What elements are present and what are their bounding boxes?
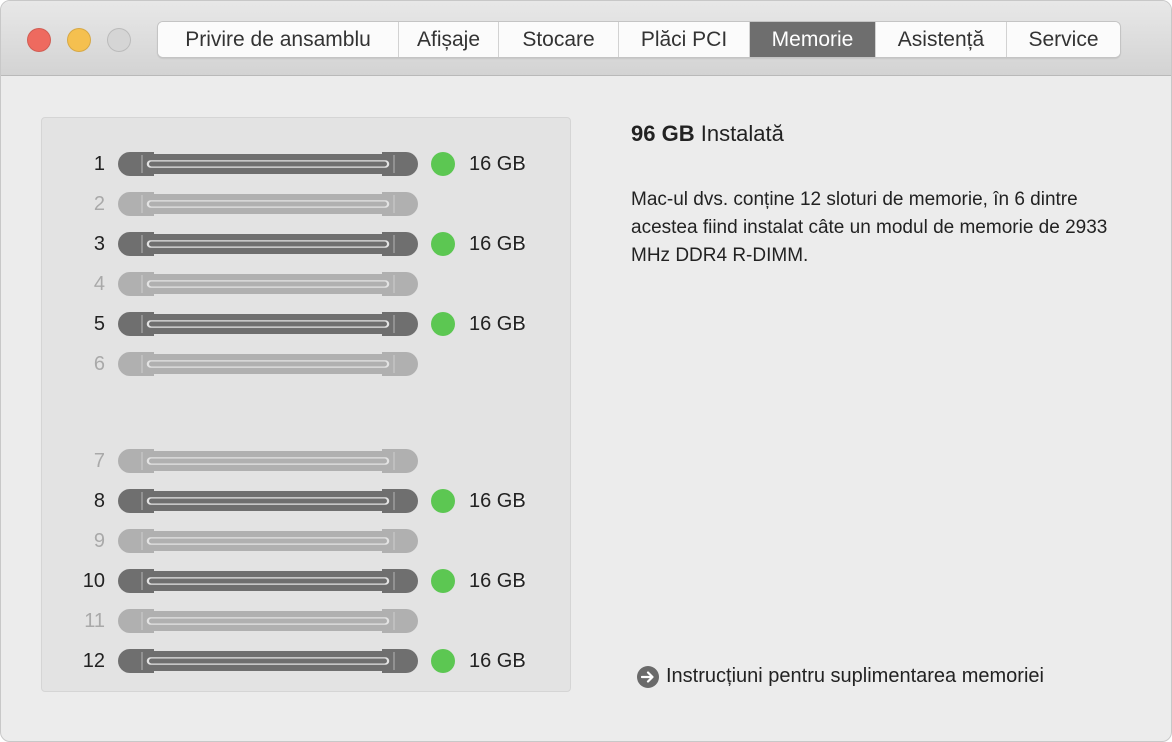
- slot-size: 16 GB: [469, 650, 526, 672]
- check-icon: [431, 569, 526, 593]
- slot-number: 6: [93, 353, 105, 375]
- zoom-button[interactable]: [107, 28, 131, 52]
- memory-slot: 5 16 GB: [42, 311, 572, 337]
- dimm-slot-icon: [118, 649, 418, 673]
- slot-number: 12: [82, 650, 105, 672]
- slot-number: 11: [84, 610, 105, 632]
- check-icon: [431, 312, 526, 336]
- dimm-slot-icon: [118, 272, 418, 296]
- slot-number: 4: [93, 273, 105, 295]
- memory-slot: 7: [42, 448, 572, 474]
- slot-number: 1: [93, 153, 105, 175]
- memory-slot: 9: [42, 528, 572, 554]
- tab-4[interactable]: Memorie: [750, 22, 876, 57]
- dimm-slot-icon: [118, 352, 418, 376]
- slot-number: 5: [93, 313, 105, 335]
- memory-upgrade-instructions-link[interactable]: Instrucțiuni pentru suplimentarea memori…: [637, 665, 1044, 688]
- memory-slot: 10 16 GB: [42, 568, 572, 594]
- dimm-slot-icon: [118, 609, 418, 633]
- check-icon: [431, 152, 526, 176]
- memory-slot: 8 16 GB: [42, 488, 572, 514]
- memory-info: 96 GB Instalată Mac-ul dvs. conține 12 s…: [631, 119, 1131, 270]
- slot-number: 3: [93, 233, 105, 255]
- memory-slot: 11: [42, 608, 572, 634]
- slot-number: 2: [93, 193, 105, 215]
- slot-size: 16 GB: [469, 313, 526, 335]
- dimm-slot-icon: [118, 232, 418, 256]
- title-bar: Privire de ansamblu Afișaje Stocare Plăci P…: [1, 1, 1171, 76]
- memory-slot: 6: [42, 351, 572, 377]
- memory-slots-panel: 1 16 GB 2 3 16 GB 4 5 16 GB 6 7 8 16 GB 9 10 16 GB 11 12…: [41, 117, 571, 692]
- system-info-window: Privire de ansamblu Afișaje Stocare Plăci P…: [0, 0, 1172, 742]
- check-icon: [431, 232, 526, 256]
- dimm-slot-icon: [118, 192, 418, 216]
- total-amount: 96 GB: [631, 121, 695, 146]
- total-label: Instalată: [700, 121, 784, 146]
- slot-number: 8: [93, 490, 105, 512]
- check-icon: [431, 489, 526, 513]
- minimize-button[interactable]: [67, 28, 91, 52]
- close-button[interactable]: [27, 28, 51, 52]
- slot-size: 16 GB: [469, 570, 526, 592]
- memory-slot: 3 16 GB: [42, 231, 572, 257]
- dimm-slot-icon: [118, 312, 418, 336]
- memory-slot: 12 16 GB: [42, 648, 572, 674]
- link-label: Instrucțiuni pentru suplimentarea memori…: [666, 665, 1044, 687]
- tab-6[interactable]: Service: [1007, 22, 1120, 57]
- tab-bar: Privire de ansamblu Afișaje Stocare Plăci P…: [157, 21, 1121, 58]
- slot-number: 10: [82, 570, 105, 592]
- memory-slot: 1 16 GB: [42, 151, 572, 177]
- tab-2[interactable]: Stocare: [499, 22, 619, 57]
- dimm-slot-icon: [118, 489, 418, 513]
- dimm-slot-icon: [118, 152, 418, 176]
- slot-number: 7: [93, 450, 105, 472]
- dimm-slot-icon: [118, 569, 418, 593]
- slot-size: 16 GB: [469, 153, 526, 175]
- memory-description: Mac-ul dvs. conține 12 sloturi de memori…: [631, 189, 1108, 266]
- tab-3[interactable]: Plăci PCI: [619, 22, 750, 57]
- check-icon: [431, 649, 526, 673]
- slot-size: 16 GB: [469, 490, 526, 512]
- memory-slot: 4: [42, 271, 572, 297]
- tab-0[interactable]: Privire de ansamblu: [158, 22, 399, 57]
- dimm-slot-icon: [118, 449, 418, 473]
- memory-total: 96 GB Instalată: [631, 119, 1131, 149]
- dimm-slot-icon: [118, 529, 418, 553]
- tab-5[interactable]: Asistență: [876, 22, 1007, 57]
- slot-size: 16 GB: [469, 233, 526, 255]
- tab-1[interactable]: Afișaje: [399, 22, 499, 57]
- slot-number: 9: [93, 530, 105, 552]
- arrow-right-circle-icon: [637, 665, 659, 688]
- memory-slot: 2: [42, 191, 572, 217]
